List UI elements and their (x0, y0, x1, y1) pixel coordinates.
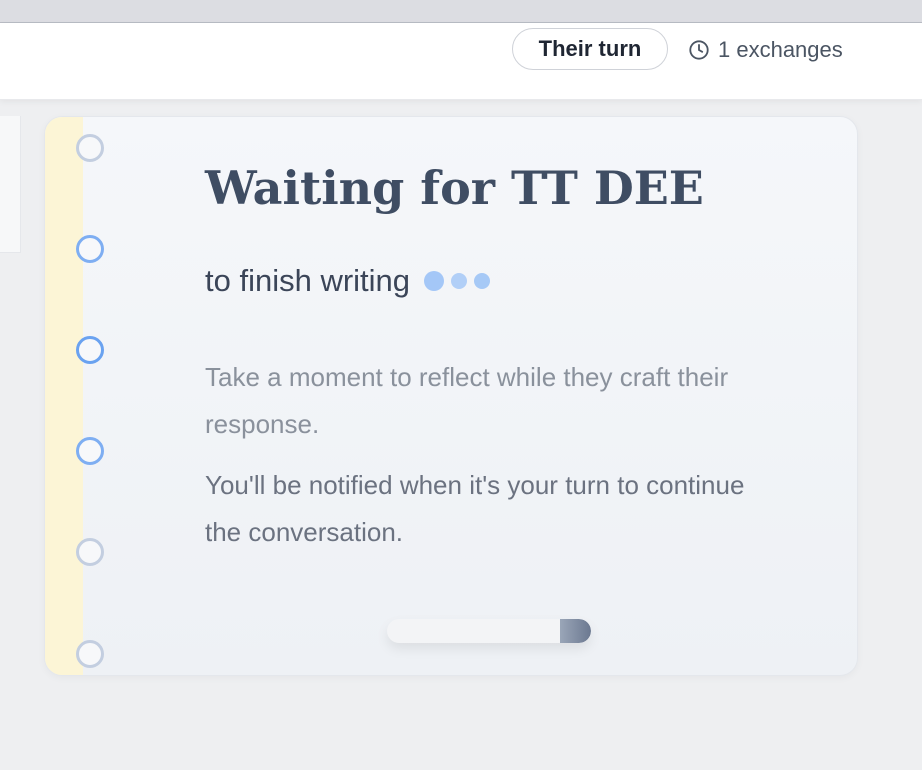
binder-ring (76, 538, 104, 566)
typing-dot (474, 273, 491, 289)
binder-ring (76, 437, 104, 465)
top-header: Their turn 1 exchanges (0, 23, 922, 100)
binder-ring (76, 134, 104, 162)
waiting-subtitle: to finish writing (205, 263, 411, 298)
binder-ring (76, 235, 104, 263)
turn-status-badge: Their turn (512, 28, 668, 70)
waiting-progress-fill (560, 619, 591, 643)
exchange-count-label: 1 exchanges (718, 37, 843, 62)
notebook-margin (45, 117, 83, 675)
binder-ring (76, 640, 104, 668)
waiting-progress-bar (387, 619, 591, 643)
turn-status-label: Their turn (538, 36, 642, 61)
browser-top-strip (0, 0, 922, 23)
waiting-card: Waiting for TT DEE to finish writing Tak… (44, 116, 858, 676)
notify-message: You'll be notified when it's your turn t… (205, 470, 745, 547)
subtitle-row: to finish writing (205, 263, 497, 299)
typing-indicator (424, 271, 497, 291)
clock-icon (689, 40, 709, 60)
left-panel-edge (0, 116, 21, 253)
reflect-message: Take a moment to reflect while they craf… (205, 362, 729, 439)
binder-ring (76, 336, 104, 364)
typing-dot (424, 271, 445, 291)
waiting-title: Waiting for TT DEE (205, 161, 704, 215)
exchange-count: 1 exchanges (688, 33, 843, 67)
typing-dot (451, 273, 468, 289)
